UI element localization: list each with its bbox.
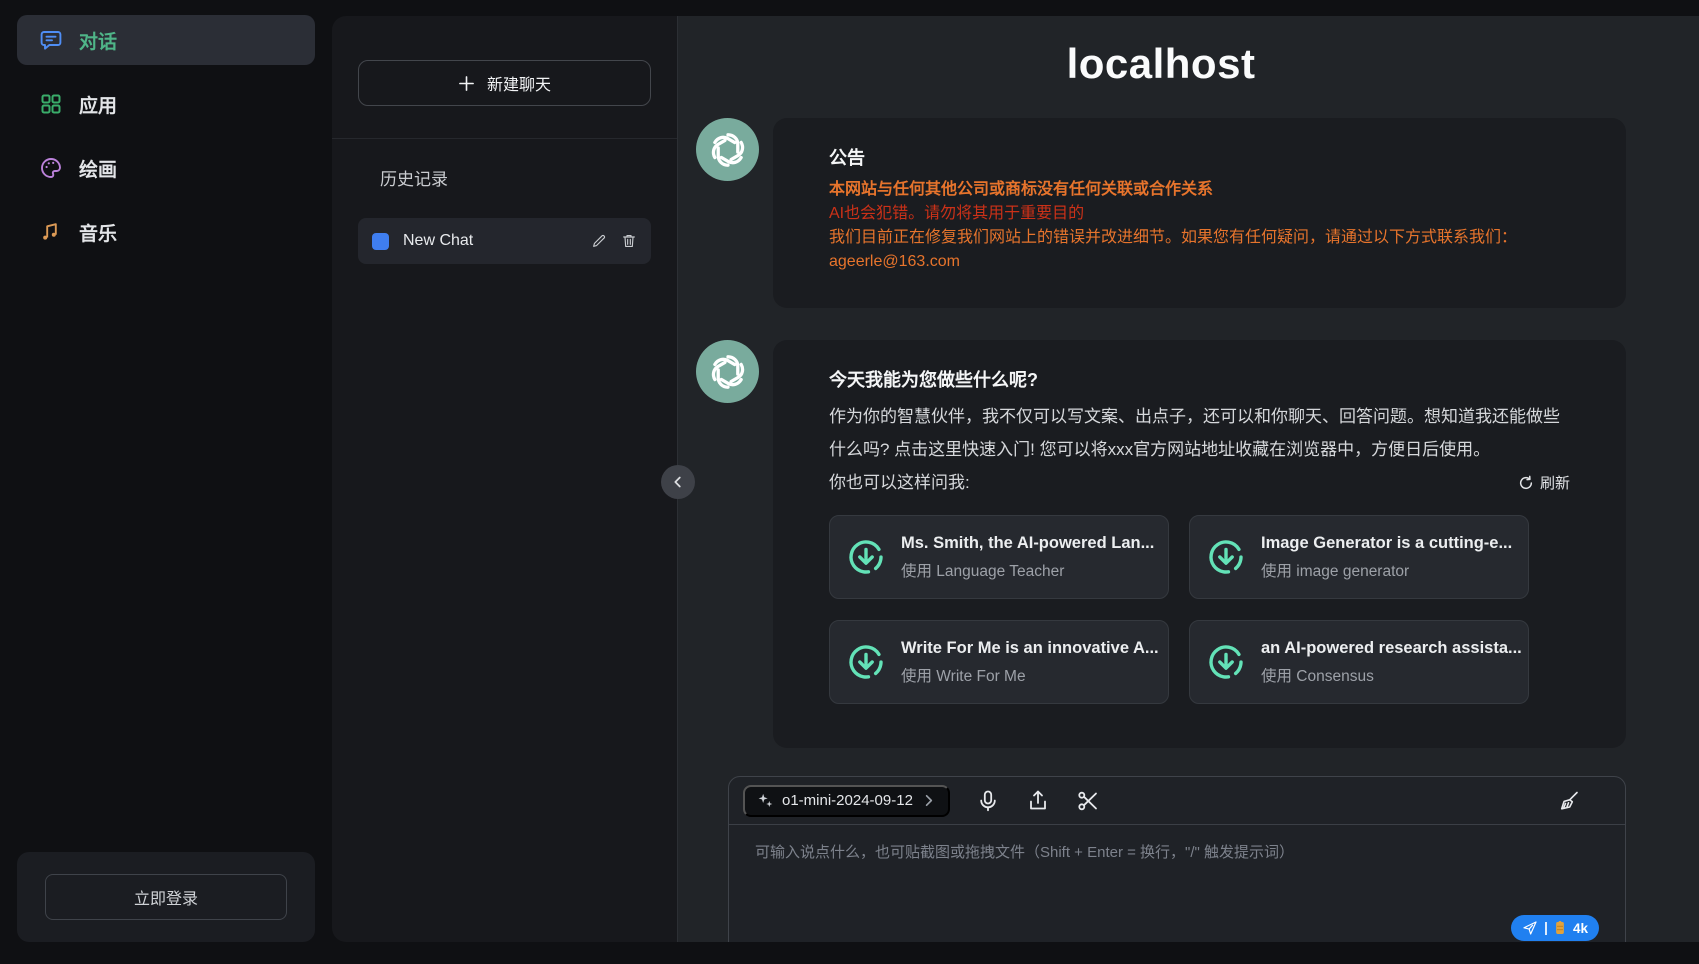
chevron-right-icon — [921, 793, 936, 808]
new-chat-button[interactable]: 新建聊天 — [358, 60, 651, 106]
announcement-line: 本网站与任何其他公司或商标没有任何关联或合作关系 — [829, 178, 1570, 202]
download-circle-icon — [846, 642, 886, 682]
sidebar-item-label: 音乐 — [79, 219, 117, 246]
chat-item-icon — [372, 233, 389, 250]
welcome-body: 作为你的智慧伙伴，我不仅可以写文案、出点子，还可以和你聊天、回答问题。想知道我还… — [829, 400, 1570, 466]
send-button[interactable]: 4k — [1511, 915, 1599, 941]
download-circle-icon — [1206, 537, 1246, 577]
suggestion-subtitle: 使用 Language Teacher — [901, 559, 1154, 581]
chat-bubble-icon — [39, 28, 63, 52]
chat-list-panel: 新建聊天 历史记录 New Chat — [332, 16, 678, 942]
delete-icon[interactable] — [621, 233, 637, 249]
contact-email-link[interactable]: ageerle@163.com — [829, 253, 960, 270]
history-item[interactable]: New Chat — [358, 218, 651, 264]
conversation-area: localhost 公告 本网站与任何其他公司或商标没有任何关联或合作关系 AI… — [678, 16, 1699, 942]
model-selector[interactable]: o1-mini-2024-09-12 — [743, 785, 950, 817]
sidebar-item-music[interactable]: 音乐 — [17, 207, 315, 257]
assistant-avatar — [696, 118, 759, 181]
sidebar-item-label: 绘画 — [79, 155, 117, 182]
composer-toolbar: o1-mini-2024-09-12 — [729, 777, 1625, 825]
upload-icon[interactable] — [1026, 789, 1050, 813]
palette-icon — [39, 156, 63, 180]
suggestion-title: Image Generator is a cutting-e... — [1261, 534, 1512, 553]
suggestion-grid: Ms. Smith, the AI-powered Lan... 使用 Lang… — [829, 515, 1570, 704]
openai-logo-icon — [706, 128, 750, 172]
message-announcement: 公告 本网站与任何其他公司或商标没有任何关联或合作关系 AI也会犯错。请勿将其用… — [696, 118, 1626, 308]
microphone-icon[interactable] — [976, 789, 1000, 813]
announcement-line: 我们目前正在修复我们网站上的错误并改进细节。如果您有任何疑问，请通过以下方式联系… — [829, 226, 1570, 250]
openai-logo-icon — [706, 350, 750, 394]
suggestion-subtitle: 使用 image generator — [1261, 559, 1512, 581]
suggestion-card[interactable]: Image Generator is a cutting-e... 使用 ima… — [1189, 515, 1529, 599]
model-name: o1-mini-2024-09-12 — [782, 792, 913, 809]
announcement-bubble: 公告 本网站与任何其他公司或商标没有任何关联或合作关系 AI也会犯错。请勿将其用… — [773, 118, 1626, 308]
edit-icon[interactable] — [591, 233, 607, 249]
suggestion-title: Ms. Smith, the AI-powered Lan... — [901, 534, 1154, 553]
download-circle-icon — [1206, 642, 1246, 682]
sidebar-item-apps[interactable]: 应用 — [17, 79, 315, 129]
sidebar-item-label: 对话 — [79, 27, 117, 54]
composer: o1-mini-2024-09-12 — [728, 776, 1626, 942]
message-welcome: 今天我能为您做些什么呢? 作为你的智慧伙伴，我不仅可以写文案、出点子，还可以和你… — [696, 340, 1626, 748]
scissors-icon[interactable] — [1076, 789, 1100, 813]
app-window: 对话 应用 绘画 音乐 立即登录 — [0, 0, 1699, 964]
sidebar: 对话 应用 绘画 音乐 立即登录 — [0, 0, 332, 964]
history-title: 历史记录 — [380, 165, 651, 190]
history-divider — [332, 138, 677, 139]
token-count: 4k — [1573, 921, 1588, 936]
sidebar-item-label: 应用 — [79, 91, 117, 118]
welcome-heading: 今天我能为您做些什么呢? — [829, 366, 1570, 392]
welcome-bubble: 今天我能为您做些什么呢? 作为你的智慧伙伴，我不仅可以写文案、出点子，还可以和你… — [773, 340, 1626, 748]
content-panel: 新建聊天 历史记录 New Chat localhost — [332, 16, 1699, 942]
suggestion-card[interactable]: an AI-powered research assista... 使用 Con… — [1189, 620, 1529, 704]
suggestion-card[interactable]: Ms. Smith, the AI-powered Lan... 使用 Lang… — [829, 515, 1169, 599]
music-note-icon — [39, 220, 63, 244]
plus-icon — [458, 75, 475, 92]
ask-prompt: 你也可以这样问我: — [829, 466, 970, 499]
suggestion-subtitle: 使用 Consensus — [1261, 664, 1522, 686]
send-divider — [1545, 922, 1547, 935]
chat-input[interactable] — [729, 825, 1625, 942]
token-battery-icon — [1554, 920, 1566, 936]
refresh-icon — [1518, 475, 1534, 491]
login-button[interactable]: 立即登录 — [45, 874, 287, 920]
chat-item-title: New Chat — [403, 232, 577, 250]
paper-plane-icon — [1522, 920, 1538, 936]
suggestion-card[interactable]: Write For Me is an innovative A... 使用 Wr… — [829, 620, 1169, 704]
page-title: localhost — [696, 40, 1626, 88]
sidebar-item-draw[interactable]: 绘画 — [17, 143, 315, 193]
new-chat-label: 新建聊天 — [487, 71, 551, 95]
suggestion-title: Write For Me is an innovative A... — [901, 639, 1159, 658]
assistant-avatar — [696, 340, 759, 403]
download-circle-icon — [846, 537, 886, 577]
clear-broom-icon[interactable] — [1557, 789, 1581, 813]
login-card: 立即登录 — [17, 852, 315, 942]
collapse-sidebar-button[interactable] — [661, 465, 695, 499]
suggestion-subtitle: 使用 Write For Me — [901, 664, 1159, 686]
composer-input-area: 4k — [729, 825, 1625, 942]
sparkles-icon — [757, 792, 774, 809]
refresh-label: 刷新 — [1540, 472, 1570, 493]
sidebar-item-chat[interactable]: 对话 — [17, 15, 315, 65]
announcement-line: AI也会犯错。请勿将其用于重要目的 — [829, 202, 1570, 226]
chevron-left-icon — [670, 474, 686, 490]
suggestion-title: an AI-powered research assista... — [1261, 639, 1522, 658]
refresh-suggestions-button[interactable]: 刷新 — [1518, 472, 1570, 493]
apps-grid-icon — [39, 92, 63, 116]
announcement-heading: 公告 — [829, 144, 1570, 170]
